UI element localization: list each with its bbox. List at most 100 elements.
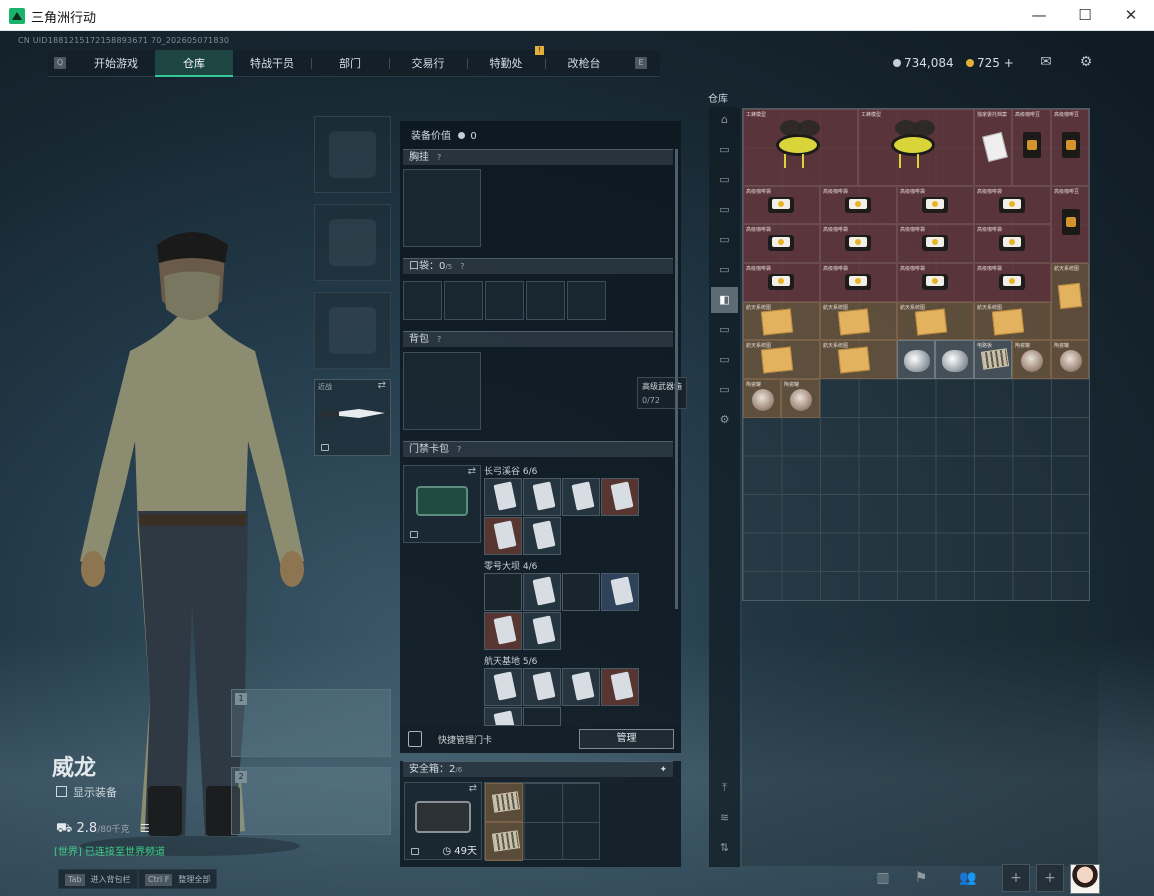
chest-rig-slot[interactable] xyxy=(403,169,481,247)
tab-operators[interactable]: 特战干员 xyxy=(233,50,311,77)
hint-sort[interactable]: Ctrl F 整理全部 xyxy=(138,869,218,889)
manage-button[interactable]: 管理 xyxy=(579,729,674,749)
keycard[interactable] xyxy=(601,573,639,611)
add-teammate-button[interactable]: + xyxy=(1036,864,1064,892)
storage-item[interactable]: 高级咖啡袋 xyxy=(897,224,974,263)
primary-weapon-slot[interactable]: 1 xyxy=(231,689,391,757)
hint-tab[interactable]: Tab 进入背包栏 xyxy=(58,869,138,889)
storage-item[interactable]: 高级咖啡袋 xyxy=(974,186,1051,224)
keycard[interactable] xyxy=(601,478,639,516)
maximize-button[interactable]: ☐ xyxy=(1062,0,1108,31)
stats-chart-icon[interactable]: ▥ xyxy=(870,863,896,893)
tab-gunsmith[interactable]: 改枪台 xyxy=(545,50,623,77)
player-avatar[interactable] xyxy=(1070,864,1100,894)
storage-grid[interactable]: 工蜂模型 工蜂模型 独家委托档案 高级咖啡豆 高级咖啡豆 高级咖啡袋 高级咖啡袋… xyxy=(742,108,1090,601)
storage-sort-icon[interactable]: ⇅ xyxy=(711,835,738,861)
pin-icon[interactable]: ✦ xyxy=(659,762,667,778)
list-icon[interactable]: ☰ xyxy=(140,822,150,835)
keycard[interactable] xyxy=(562,668,600,706)
melee-slot[interactable]: 近战 ⇄ xyxy=(314,379,391,456)
swap-icon[interactable]: ⇄ xyxy=(468,466,476,477)
tab-department[interactable]: 部门 xyxy=(311,50,389,77)
keycard[interactable] xyxy=(523,478,561,516)
keycard[interactable] xyxy=(523,573,561,611)
storage-tab-attachments[interactable]: ▭ xyxy=(711,167,738,193)
storage-tab-cases[interactable]: ▭ xyxy=(711,347,738,373)
storage-item[interactable]: 陶瓷罐 xyxy=(1012,340,1051,379)
keycard[interactable] xyxy=(484,612,522,650)
minimize-button[interactable]: — xyxy=(1016,0,1062,31)
storage-item[interactable]: 工蜂模型 xyxy=(858,109,974,186)
pistol-slot[interactable] xyxy=(314,292,391,369)
storage-item[interactable]: 陶瓷罐 xyxy=(743,379,781,418)
pocket-slot[interactable] xyxy=(485,281,524,320)
armor-slot[interactable] xyxy=(314,204,391,281)
storage-item[interactable]: 航天系统图 xyxy=(743,340,820,379)
show-gear-toggle[interactable]: 显示装备 xyxy=(56,784,117,800)
world-chat-line[interactable]: [世界] 已连接至世界频道 xyxy=(54,843,165,858)
tab-trading[interactable]: 交易行 xyxy=(389,50,467,77)
keycard-empty[interactable] xyxy=(523,707,561,726)
storage-item[interactable] xyxy=(897,340,935,379)
pocket-slot[interactable] xyxy=(403,281,442,320)
storage-item[interactable]: 高级咖啡袋 xyxy=(820,263,897,302)
swap-icon[interactable]: ⇄ xyxy=(378,380,386,391)
storage-item[interactable]: 高级咖啡袋 xyxy=(820,224,897,263)
settings-gear-icon[interactable]: ⚙ xyxy=(1077,54,1095,70)
keycard[interactable] xyxy=(523,668,561,706)
tab-start-game[interactable]: 开始游戏 xyxy=(77,50,155,77)
storage-item[interactable]: 电路板 xyxy=(974,340,1012,379)
checkbox-icon[interactable] xyxy=(56,786,67,797)
storage-item[interactable]: 工蜂模型 xyxy=(743,109,858,186)
storage-item[interactable]: 高级咖啡袋 xyxy=(820,186,897,224)
storage-item[interactable] xyxy=(935,340,974,379)
storage-item[interactable]: 航天系统图 xyxy=(820,340,897,379)
add-teammate-button[interactable]: + xyxy=(1002,864,1030,892)
tab-warehouse[interactable]: 仓库 xyxy=(155,50,233,77)
storage-item[interactable]: 航天系统图 xyxy=(897,302,974,340)
mail-icon[interactable]: ✉ xyxy=(1037,54,1055,70)
storage-item[interactable]: 高级咖啡袋 xyxy=(897,186,974,224)
storage-item[interactable]: 高级咖啡袋 xyxy=(974,224,1051,263)
safebox-item[interactable] xyxy=(485,783,523,822)
storage-item[interactable]: 航天系统图 xyxy=(743,302,820,340)
storage-item[interactable]: 高级咖啡袋 xyxy=(897,263,974,302)
storage-tab-armor[interactable]: ▭ xyxy=(711,197,738,223)
storage-item[interactable]: 陶瓷罐 xyxy=(1051,340,1089,379)
close-button[interactable]: ✕ xyxy=(1108,0,1154,31)
storage-tab-collectibles[interactable]: ◧ xyxy=(711,287,738,313)
pocket-slot[interactable] xyxy=(567,281,606,320)
tab-special-office[interactable]: 特勤处 xyxy=(467,50,545,77)
storage-upload-icon[interactable]: ⤒ xyxy=(711,775,738,801)
keycard-empty[interactable] xyxy=(484,573,522,611)
keycard[interactable] xyxy=(523,612,561,650)
loadout-scrollbar[interactable] xyxy=(675,149,678,609)
storage-tab-all[interactable]: ⌂ xyxy=(711,107,738,133)
backpack-slot[interactable] xyxy=(403,352,481,430)
safebox-item[interactable] xyxy=(485,822,523,861)
storage-item[interactable]: 高级咖啡袋 xyxy=(743,224,820,263)
storage-tab-keys[interactable]: ▭ xyxy=(711,317,738,343)
nav-prev-key[interactable]: Q xyxy=(54,57,66,69)
storage-item[interactable]: 高级咖啡豆 xyxy=(1012,109,1051,186)
storage-item[interactable]: 独家委托档案 xyxy=(974,109,1012,186)
storage-tab-ammo[interactable]: ▭ xyxy=(711,227,738,253)
gold-currency[interactable]: 725 + xyxy=(966,56,1014,70)
storage-layers-icon[interactable]: ≋ xyxy=(711,805,738,831)
storage-item[interactable]: 航天系统图 xyxy=(974,302,1051,340)
keycard-empty[interactable] xyxy=(562,573,600,611)
friends-icon[interactable]: 👥 xyxy=(952,863,984,893)
storage-item[interactable]: 航天系统图 xyxy=(1051,263,1089,340)
storage-item[interactable]: 高级咖啡袋 xyxy=(974,263,1051,302)
safebox-grid[interactable] xyxy=(484,782,600,861)
storage-item[interactable]: 高级咖啡豆 xyxy=(1051,186,1089,263)
storage-tab-medical[interactable]: ▭ xyxy=(711,257,738,283)
keycard[interactable] xyxy=(562,478,600,516)
pocket-slot[interactable] xyxy=(526,281,565,320)
storage-item[interactable]: 陶瓷罐 xyxy=(781,379,820,418)
flag-icon[interactable]: ⚑ xyxy=(908,863,934,893)
keycard[interactable] xyxy=(484,707,522,726)
pocket-slot[interactable] xyxy=(444,281,483,320)
keycard[interactable] xyxy=(523,517,561,555)
storage-item[interactable]: 高级咖啡袋 xyxy=(743,186,820,224)
